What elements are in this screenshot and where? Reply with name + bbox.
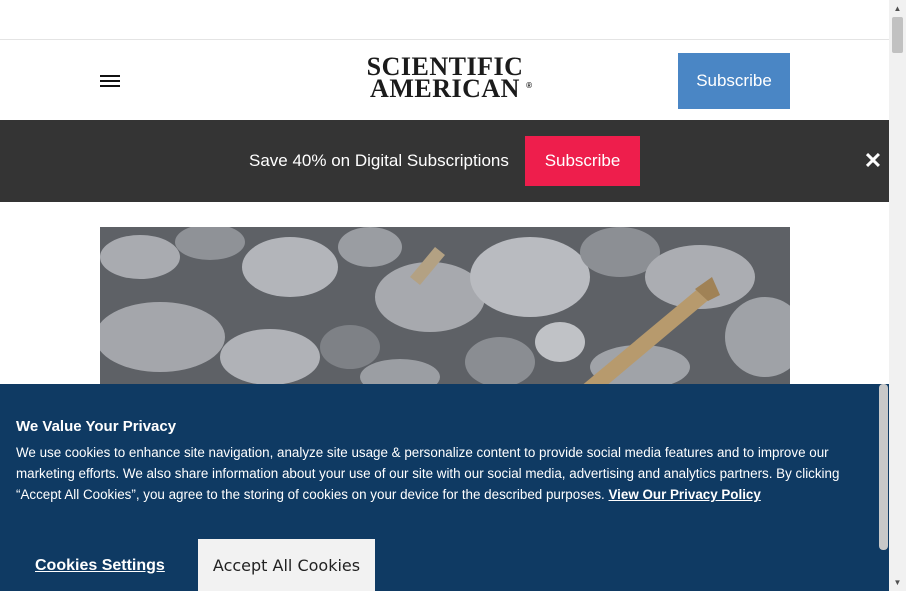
logo-line-2: AMERICAN	[370, 74, 520, 103]
top-strip	[0, 0, 889, 40]
accept-all-cookies-button[interactable]: Accept All Cookies	[198, 539, 375, 591]
promo-subscribe-button[interactable]: Subscribe	[525, 136, 640, 186]
site-logo[interactable]: SCIENTIFIC AMERICAN ®	[352, 54, 538, 103]
registered-mark: ®	[526, 81, 532, 90]
close-icon[interactable]: ✕	[862, 150, 884, 172]
cookie-consent-banner: We Value Your Privacy We use cookies to …	[0, 384, 889, 591]
hero-image	[100, 227, 790, 387]
header-subscribe-button[interactable]: Subscribe	[678, 53, 790, 109]
cookie-scroll-thumb[interactable]	[879, 384, 888, 550]
promo-banner: Save 40% on Digital Subscriptions Subscr…	[0, 120, 889, 202]
privacy-policy-link[interactable]: View Our Privacy Policy	[608, 487, 760, 502]
hamburger-menu-icon[interactable]	[96, 70, 124, 92]
cookies-settings-button[interactable]: Cookies Settings	[35, 557, 165, 575]
scroll-thumb[interactable]	[892, 17, 903, 53]
scroll-up-arrow-icon[interactable]: ▲	[889, 0, 906, 17]
cookie-scrollbar[interactable]	[878, 384, 889, 591]
page-scrollbar[interactable]: ▲ ▼	[889, 0, 906, 591]
page-content: SCIENTIFIC AMERICAN ® Subscribe Save 40%…	[0, 0, 889, 591]
site-header: SCIENTIFIC AMERICAN ® Subscribe	[0, 41, 889, 120]
rocks-photo	[100, 227, 790, 387]
browser-page: SCIENTIFIC AMERICAN ® Subscribe Save 40%…	[0, 0, 906, 591]
promo-text: Save 40% on Digital Subscriptions	[249, 151, 509, 170]
cookie-title: We Value Your Privacy	[16, 418, 177, 435]
scroll-down-arrow-icon[interactable]: ▼	[889, 574, 906, 591]
cookie-body: We use cookies to enhance site navigatio…	[16, 442, 872, 505]
